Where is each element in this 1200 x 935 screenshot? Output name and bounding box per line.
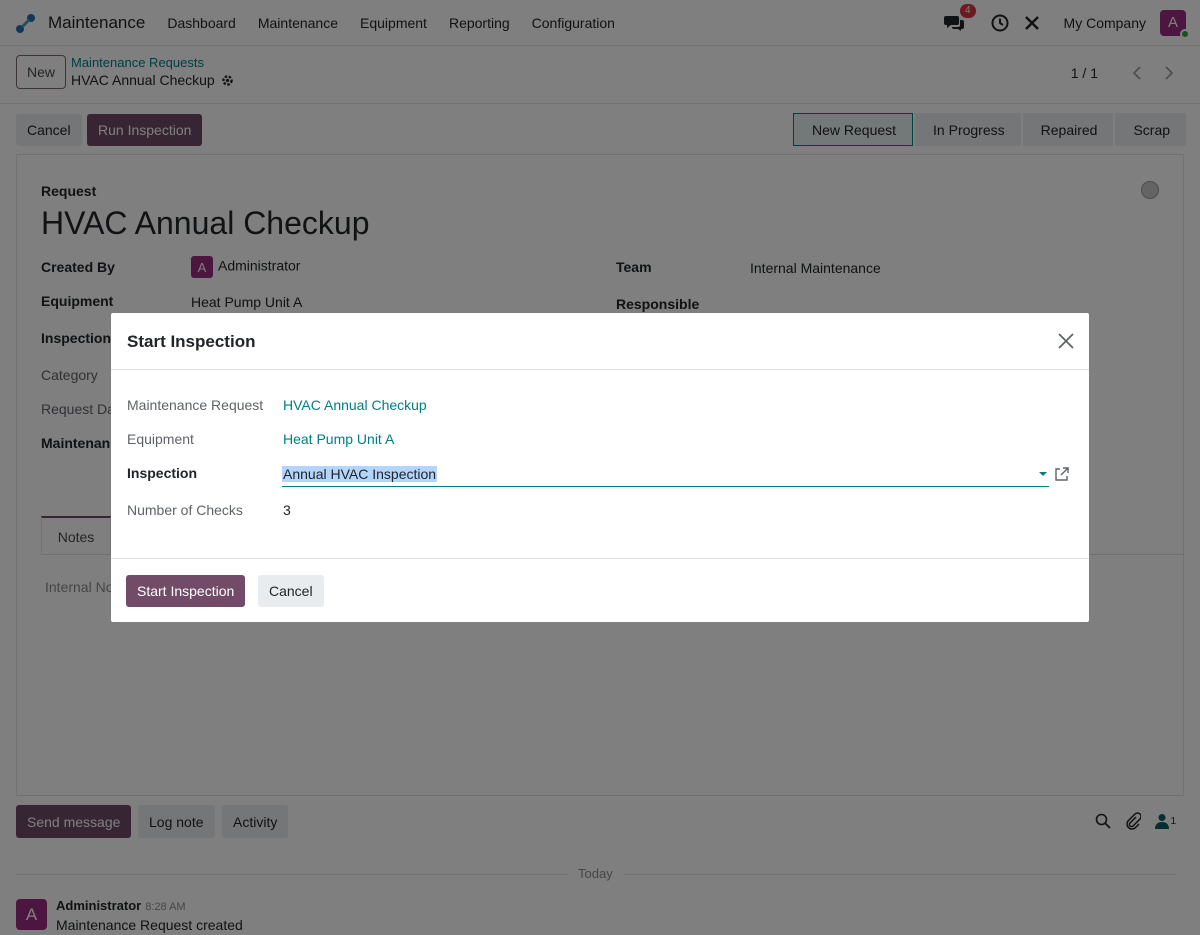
modal-footer: Start Inspection Cancel	[111, 558, 1089, 622]
modal-equipment-link[interactable]: Heat Pump Unit A	[283, 431, 394, 447]
modal-checks-label: Number of Checks	[127, 502, 243, 518]
modal-header: Start Inspection	[111, 313, 1089, 370]
start-inspection-dialog: Start Inspection Maintenance Request HVA…	[111, 313, 1089, 622]
close-icon[interactable]	[1057, 332, 1075, 350]
start-inspection-button[interactable]: Start Inspection	[126, 575, 246, 607]
modal-maintenance-request-label: Maintenance Request	[127, 397, 264, 413]
modal-title: Start Inspection	[127, 332, 256, 351]
dropdown-caret-icon[interactable]	[1039, 472, 1047, 476]
modal-checks-value: 3	[283, 502, 291, 518]
external-link-icon[interactable]	[1054, 467, 1069, 482]
modal-inspection-label: Inspection	[127, 465, 198, 481]
modal-cancel-button[interactable]: Cancel	[258, 575, 324, 607]
inspection-selected-text: Annual HVAC Inspection	[282, 466, 438, 482]
modal-maintenance-request-link[interactable]: HVAC Annual Checkup	[283, 397, 427, 413]
inspection-select-input[interactable]: Annual HVAC Inspection	[282, 463, 1049, 487]
modal-equipment-label: Equipment	[127, 431, 194, 447]
